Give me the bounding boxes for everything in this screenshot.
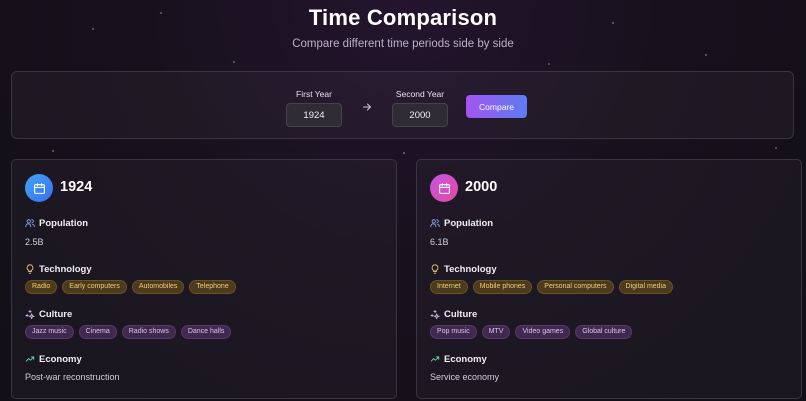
culture-heading: Culture <box>430 308 477 320</box>
culture-tag: Pop music <box>430 325 477 339</box>
year-selector-panel: First Year Second Year Compare <box>11 71 794 139</box>
sparkles-icon <box>25 309 35 319</box>
culture-heading: Culture <box>25 308 72 320</box>
population-label: Population <box>39 217 89 229</box>
population-heading: Population <box>430 217 493 229</box>
page-title: Time Comparison <box>308 5 498 30</box>
technology-tag: Personal computers <box>537 280 614 294</box>
compare-button[interactable]: Compare <box>466 95 527 118</box>
economy-label: Economy <box>39 353 82 365</box>
year-card-first: 1924 Population 2.5B Technology Radio Ea… <box>11 159 397 399</box>
economy-label: Economy <box>444 353 487 365</box>
year-card-second: 2000 Population 6.1B Technology Internet… <box>416 159 802 399</box>
users-icon <box>25 219 35 228</box>
culture-tag: MTV <box>481 325 511 339</box>
culture-tag: Dance halls <box>180 325 232 339</box>
population-value: 2.5B <box>25 237 44 247</box>
calendar-icon <box>25 174 53 202</box>
culture-label: Culture <box>39 308 73 320</box>
second-year-label: Second Year <box>395 89 445 99</box>
technology-label: Technology <box>39 263 92 275</box>
technology-heading: Technology <box>25 263 92 275</box>
sparkles-icon <box>430 309 440 319</box>
first-year-input[interactable] <box>286 103 342 127</box>
population-heading: Population <box>25 217 88 229</box>
page-subtitle: Compare different time periods side by s… <box>292 38 514 50</box>
technology-tag: Early computers <box>62 280 127 294</box>
economy-value: Service economy <box>430 372 500 382</box>
economy-heading: Economy <box>430 353 487 365</box>
arrow-right-icon <box>363 103 371 111</box>
technology-tag: Telephone <box>189 280 236 294</box>
culture-label: Culture <box>444 308 478 320</box>
culture-tag: Jazz music <box>25 325 74 339</box>
card-year: 2000 <box>465 179 498 195</box>
lightbulb-icon <box>26 264 34 274</box>
second-year-input[interactable] <box>392 103 448 127</box>
culture-tag: Video games <box>515 325 571 339</box>
culture-tag: Global culture <box>575 325 633 339</box>
users-icon <box>430 219 440 228</box>
technology-tag: Digital media <box>618 280 674 294</box>
culture-tags: Jazz music Cinema Radio shows Dance hall… <box>25 325 232 339</box>
technology-tag: Internet <box>430 280 468 294</box>
technology-tag: Radio <box>25 280 58 294</box>
technology-tags: Radio Early computers Automobiles Teleph… <box>25 280 236 294</box>
first-year-label: First Year <box>296 89 332 99</box>
economy-value: Post-war reconstruction <box>25 372 120 382</box>
technology-tag: Mobile phones <box>472 280 533 294</box>
lightbulb-icon <box>431 264 439 274</box>
trending-up-icon <box>25 356 35 362</box>
culture-tag: Cinema <box>78 325 117 339</box>
economy-heading: Economy <box>25 353 82 365</box>
card-year: 1924 <box>60 179 93 195</box>
technology-label: Technology <box>444 263 497 275</box>
trending-up-icon <box>430 356 440 362</box>
calendar-icon <box>430 174 458 202</box>
population-label: Population <box>444 217 494 229</box>
population-value: 6.1B <box>430 237 449 247</box>
technology-tags: Internet Mobile phones Personal computer… <box>430 280 674 294</box>
technology-heading: Technology <box>430 263 497 275</box>
technology-tag: Automobiles <box>131 280 185 294</box>
culture-tags: Pop music MTV Video games Global culture <box>430 325 633 339</box>
culture-tag: Radio shows <box>121 325 176 339</box>
